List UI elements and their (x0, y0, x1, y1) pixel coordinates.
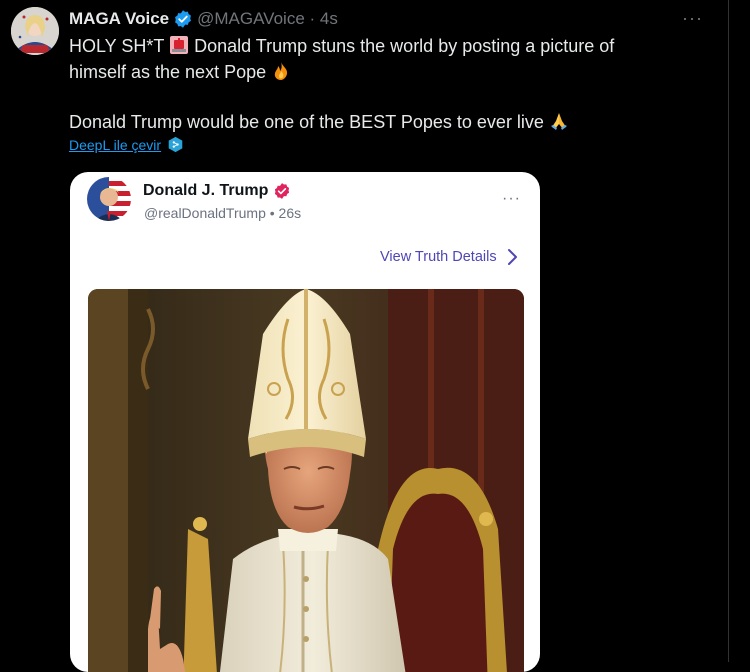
truth-author-name[interactable]: Donald J. Trump (143, 182, 268, 200)
author-name[interactable]: MAGA Voice (69, 9, 169, 29)
tweet-line-2-text: himself as the next Pope (69, 62, 267, 82)
folded-hands-emoji-icon (550, 113, 567, 130)
tweet-line-2: himself as the next Pope (69, 59, 689, 85)
tweet-text: HOLY SH*T Donald Trump stuns the world b… (69, 33, 689, 135)
truth-author-name-row: Donald J. Trump (143, 182, 291, 200)
translate-label[interactable]: DeepL ile çevir (69, 137, 161, 153)
view-truth-details-label[interactable]: View Truth Details (380, 249, 497, 265)
tweet[interactable]: MAGA Voice @MAGAVoice · 4s ··· HOLY SH*T… (0, 0, 728, 672)
embedded-truth-card[interactable]: Donald J. Trump @realDonaldTrump • 26s ·… (70, 172, 540, 672)
fire-emoji-icon (274, 62, 288, 80)
police-light-emoji-icon (170, 36, 189, 54)
more-options-icon[interactable]: ··· (682, 8, 703, 29)
tweet-header: MAGA Voice @MAGAVoice · 4s (69, 8, 338, 30)
author-avatar[interactable] (11, 7, 59, 55)
tweet-line-3: Donald Trump would be one of the BEST Po… (69, 109, 689, 135)
pope-image[interactable] (88, 289, 524, 672)
truth-author-handle[interactable]: @realDonaldTrump • 26s (144, 205, 301, 221)
tweet-line-3-text: Donald Trump would be one of the BEST Po… (69, 112, 544, 132)
chevron-right-icon (507, 249, 517, 265)
truth-more-options-icon[interactable]: ··· (502, 190, 521, 208)
truth-author-avatar[interactable] (87, 177, 131, 221)
tweet-line-1: HOLY SH*T Donald Trump stuns the world b… (69, 33, 689, 59)
view-truth-details-link[interactable]: View Truth Details (380, 248, 519, 266)
author-handle[interactable]: @MAGAVoice · 4s (197, 9, 338, 29)
deepl-icon (168, 136, 183, 153)
tweet-line-1-rest: Donald Trump stuns the world by posting … (194, 36, 615, 56)
truth-verified-badge-icon (275, 183, 290, 199)
translate-link[interactable]: DeepL ile çevir (69, 136, 184, 153)
verified-badge-icon (175, 10, 192, 28)
column-divider (728, 0, 729, 662)
tweet-line-1-start: HOLY SH*T (69, 36, 165, 56)
